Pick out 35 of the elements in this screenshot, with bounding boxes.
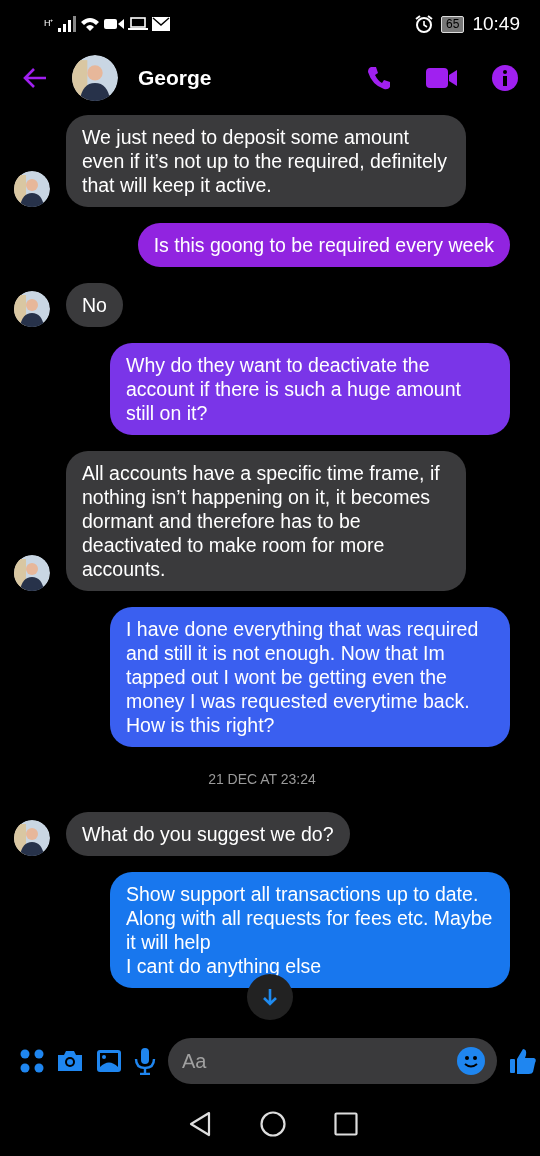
message-bubble: We just need to deposit some amount even if it’s not up to the required, definitely that will keep it active.	[66, 115, 466, 207]
signal-icon	[57, 16, 76, 32]
info-icon[interactable]	[492, 64, 518, 91]
message-field[interactable]: Aa	[168, 1038, 497, 1084]
battery-level: 65	[441, 15, 465, 33]
network-type-label: H⁺	[44, 17, 54, 31]
recents-nav-icon[interactable]	[334, 1112, 358, 1136]
alarm-icon	[415, 15, 434, 33]
camera-icon[interactable]	[56, 1049, 84, 1073]
video-icon	[103, 17, 124, 31]
message-bubble: Show support all transactions up to date. Along with all requests for fees etc. Maybe it will help I cant do anything else	[110, 872, 510, 988]
home-nav-icon[interactable]	[260, 1111, 286, 1137]
message-bubble: No	[66, 283, 123, 327]
down-arrow-icon	[261, 987, 279, 1007]
message-bubble: What do you suggest we do?	[66, 812, 350, 856]
message-bubble: I have done everything that was required and still it is not enough. Now that Im tapped out I wont be getting even the money I was requested everytime back. How is this right?	[110, 607, 510, 747]
clock-time: 10:49	[472, 11, 520, 36]
mail-icon	[151, 17, 170, 31]
message-bubble: Why do they want to deactivate the account if there is such a huge amount still on it?	[110, 343, 510, 435]
back-arrow-icon	[22, 67, 48, 90]
apps-icon[interactable]	[20, 1049, 44, 1073]
thumbs-up-icon[interactable]	[509, 1047, 537, 1075]
emoji-icon[interactable]	[457, 1047, 485, 1075]
back-button[interactable]	[22, 65, 48, 90]
microphone-icon[interactable]	[134, 1047, 156, 1075]
wifi-icon	[79, 16, 100, 32]
message-timestamp: 21 DEC AT 23:24	[207, 770, 317, 789]
contact-name[interactable]: George	[138, 61, 212, 94]
message-bubble: Is this goong to be required every week	[137, 223, 510, 267]
laptop-icon	[127, 17, 148, 31]
image-icon[interactable]	[96, 1049, 122, 1073]
message-bubble: All accounts have a specific time frame, if nothing isn’t happening on it, it becomes dormant and therefore has to be deactivated to make room for more accounts.	[66, 451, 466, 591]
video-camera-icon[interactable]	[426, 66, 458, 89]
back-nav-icon[interactable]	[188, 1111, 212, 1137]
phone-icon[interactable]	[366, 64, 392, 91]
